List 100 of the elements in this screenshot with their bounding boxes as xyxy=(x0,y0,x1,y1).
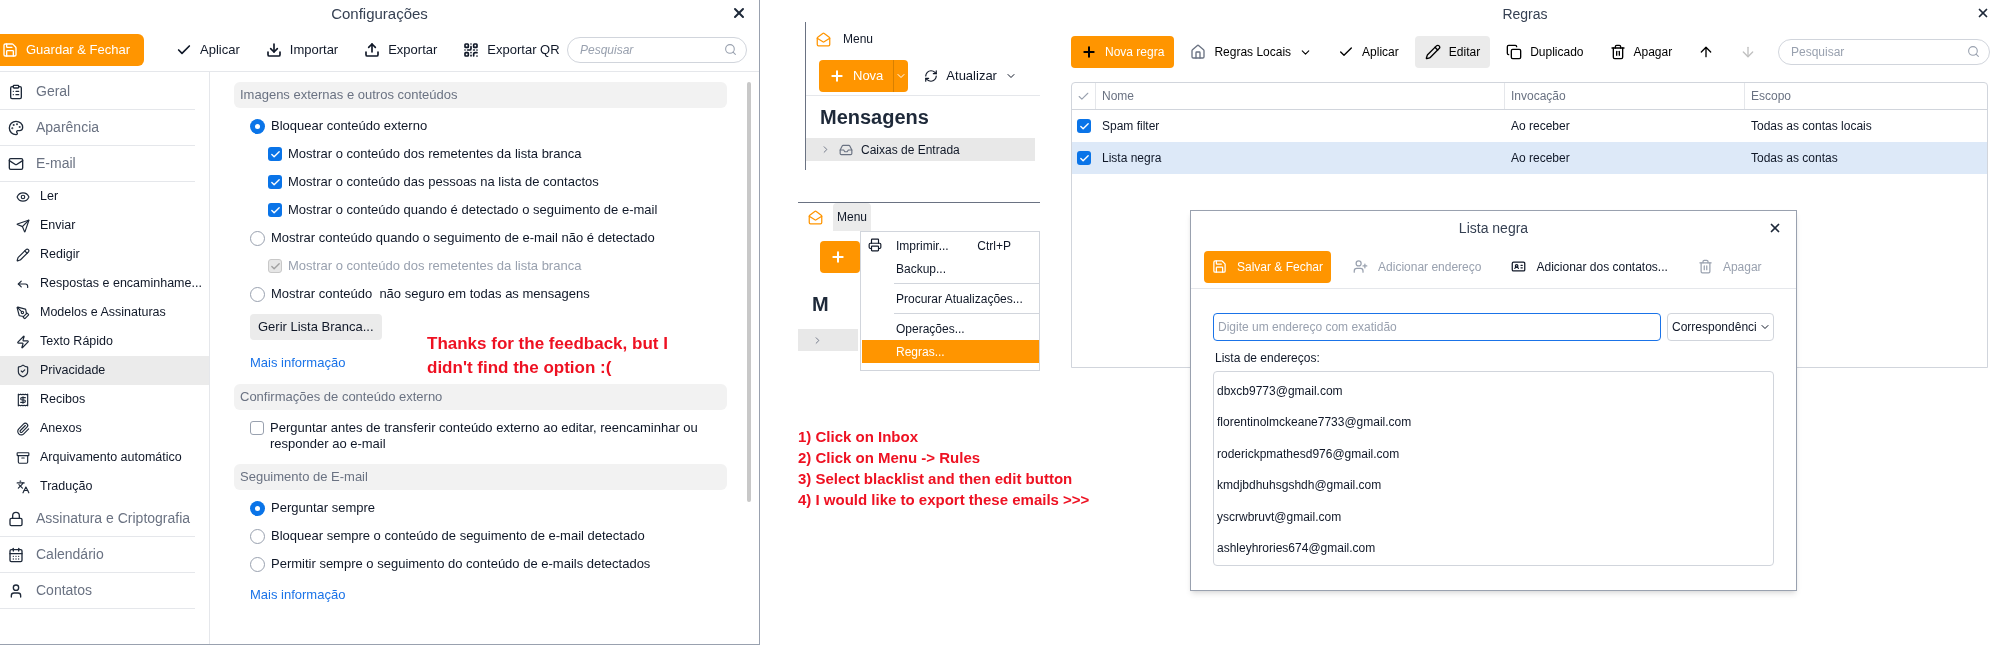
address-item[interactable]: yscrwbruvt@gmail.com xyxy=(1217,501,1773,533)
address-input[interactable]: Digite um endereço com exatidão xyxy=(1213,313,1661,341)
sidebar-item[interactable]: Arquivamento automático xyxy=(0,443,209,472)
more-info-link[interactable]: Mais informação xyxy=(250,587,346,602)
sidebar-item[interactable]: Texto Rápido xyxy=(0,327,209,356)
sidebar-item[interactable]: E-mail xyxy=(0,146,195,182)
palette-icon xyxy=(8,119,24,136)
search-field[interactable]: Pesquisar xyxy=(567,36,747,63)
sidebar-item[interactable]: Contatos xyxy=(0,573,195,609)
upload-icon xyxy=(364,41,381,58)
toolbar-button[interactable]: Regras Locais xyxy=(1180,36,1323,68)
envelope-icon xyxy=(8,155,24,172)
sidebar-item[interactable]: Aparência xyxy=(0,110,195,146)
panel-heading: Mensagens xyxy=(820,105,929,130)
radio-button[interactable] xyxy=(250,501,265,516)
archive-box-icon xyxy=(16,450,30,465)
menu-item[interactable]: Backup... xyxy=(862,257,1039,280)
address-item[interactable]: florentinolmckeane7733@gmail.com xyxy=(1217,406,1773,438)
paperclip-icon xyxy=(16,421,30,436)
toolbar-button[interactable]: Exportar QR xyxy=(463,39,560,60)
checkbox[interactable] xyxy=(268,203,282,217)
search-icon xyxy=(724,42,737,56)
sidebar-item[interactable]: Enviar xyxy=(0,211,209,240)
radio-button[interactable] xyxy=(250,529,265,544)
eye-icon xyxy=(16,189,30,204)
section-heading: Seguimento de E-mail xyxy=(234,464,727,490)
sidebar-item[interactable]: Assinatura e Criptografia xyxy=(0,501,195,537)
toolbar-button[interactable]: Adicionar dos contatos... xyxy=(1503,250,1676,283)
sidebar-item[interactable]: Privacidade xyxy=(0,356,209,385)
address-item[interactable]: dbxcb9773@gmail.com xyxy=(1217,375,1773,407)
menu-item[interactable]: Procurar Atualizações... xyxy=(862,287,1039,310)
sidebar-item[interactable]: Recibos xyxy=(0,385,209,414)
sidebar-item[interactable]: Ler xyxy=(0,182,209,211)
address-item[interactable]: kmdjbdhuhsgshdh@gmail.com xyxy=(1217,469,1773,501)
menu-item[interactable]: Imprimir... Ctrl+P xyxy=(862,234,1039,257)
toolbar-button[interactable]: Aplicar xyxy=(176,39,240,60)
folder-item[interactable]: Caixas de Entrada xyxy=(806,138,1035,161)
paper-plane-icon xyxy=(16,218,30,233)
manage-whitelist-button[interactable]: Gerir Lista Branca... xyxy=(250,314,382,340)
toolbar-button[interactable]: Duplicado xyxy=(1496,36,1594,68)
annotation-text: 2) Click on Menu -> Rules xyxy=(798,448,982,468)
radio-button[interactable] xyxy=(250,231,265,246)
pen-icon xyxy=(16,305,30,320)
checkbox[interactable] xyxy=(1077,151,1091,165)
section-heading: Imagens externas e outros conteúdos xyxy=(234,82,727,108)
app-logo-icon xyxy=(808,209,823,225)
sidebar-item[interactable]: Calendário xyxy=(0,537,195,573)
option-label: Perguntar antes de transferir conteúdo externo ao editar, reencaminhar ou responder ao e-mail xyxy=(270,420,699,452)
table-row[interactable]: Lista negra Ao receber Todas as contas xyxy=(1072,142,1987,174)
close-icon[interactable] xyxy=(1768,221,1782,235)
app-logo-icon xyxy=(816,31,831,47)
checkbox[interactable] xyxy=(268,175,282,189)
window-title: Configurações xyxy=(331,3,428,24)
menu-item[interactable]: Operações... xyxy=(862,317,1039,340)
refresh-button[interactable]: Atualizar xyxy=(924,65,1017,86)
toolbar-button[interactable]: Importar xyxy=(265,39,339,60)
toolbar-button[interactable]: Apagar xyxy=(1599,36,1683,68)
window-title: Lista negra xyxy=(1458,218,1529,238)
checkbox[interactable] xyxy=(268,147,282,161)
table-cell-text: Todas as contas xyxy=(1750,150,1839,167)
radio-button[interactable] xyxy=(250,119,265,134)
close-icon[interactable] xyxy=(1976,6,1990,20)
annotation-text: Thanks for the feedback, but I xyxy=(427,333,668,355)
radio-button[interactable] xyxy=(250,557,265,572)
sidebar-item[interactable]: Redigir xyxy=(0,240,209,269)
match-dropdown[interactable]: Correspondênci xyxy=(1667,313,1774,341)
toolbar-button[interactable]: Editar xyxy=(1414,36,1491,68)
toolbar-button[interactable]: Exportar xyxy=(364,39,438,60)
table-row[interactable]: Spam filter Ao receber Todas as contas locais xyxy=(1072,110,1987,142)
column-header[interactable]: Escopo xyxy=(1745,83,1987,109)
option-label: Mostrar o conteúdo dos remetentes da lista branca xyxy=(288,146,582,162)
calendar-icon xyxy=(8,546,24,563)
table-cell-text: Lista negra xyxy=(1101,150,1163,167)
qr-code-icon xyxy=(463,41,480,58)
table-cell-text: Spam filter xyxy=(1101,118,1161,135)
toolbar-button[interactable]: Aplicar xyxy=(1328,36,1409,68)
menu-button[interactable]: Menu xyxy=(843,30,874,48)
search-field[interactable]: Pesquisar xyxy=(1778,39,1990,65)
save-icon xyxy=(1212,259,1227,274)
close-icon[interactable] xyxy=(731,5,747,21)
sidebar-item[interactable]: Anexos xyxy=(0,414,209,443)
person-icon xyxy=(8,582,24,599)
option-label: Perguntar sempre xyxy=(271,500,376,516)
table-cell-text: Ao receber xyxy=(1510,118,1571,135)
sidebar-item[interactable]: Tradução xyxy=(0,472,209,501)
address-item[interactable]: ashleyhrories674@gmail.com xyxy=(1217,532,1773,564)
menu-button[interactable]: Menu xyxy=(833,203,872,231)
sidebar-item[interactable]: Geral xyxy=(0,74,195,110)
column-header[interactable]: Nome xyxy=(1096,83,1505,109)
more-info-link[interactable]: Mais informação xyxy=(250,355,346,370)
sidebar-item[interactable]: Respostas e encaminhame... xyxy=(0,269,209,298)
option-label: Mostrar o conteúdo dos remetentes da lista branca xyxy=(288,258,582,274)
section-heading: Confirmações de conteúdo externo xyxy=(234,384,727,410)
sidebar-item[interactable]: Modelos e Assinaturas xyxy=(0,298,209,327)
checkbox[interactable] xyxy=(1077,119,1091,133)
checkbox[interactable] xyxy=(250,421,264,435)
address-item[interactable]: roderickpmathesd976@gmail.com xyxy=(1217,438,1773,470)
column-header[interactable]: Invocação xyxy=(1505,83,1745,109)
clipboard-icon xyxy=(8,83,24,100)
radio-button[interactable] xyxy=(250,287,265,302)
